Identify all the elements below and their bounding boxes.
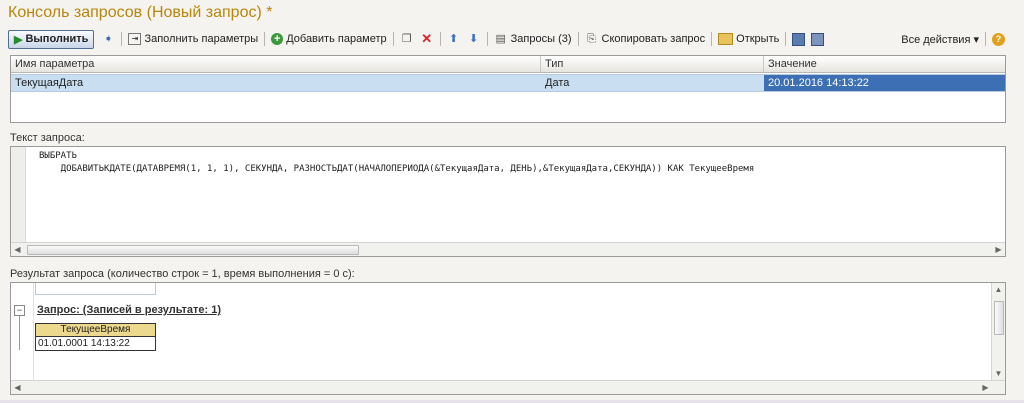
run-step-icon: ➧: [103, 33, 114, 45]
copy-query-icon: ⎘: [587, 33, 596, 45]
column-header-name[interactable]: Имя параметра: [11, 56, 541, 72]
help-button[interactable]: ?: [989, 30, 1008, 48]
query-line-1: ВЫБРАТЬ: [39, 151, 77, 161]
folder-icon: [718, 33, 734, 45]
help-icon: ?: [992, 32, 1005, 46]
add-param-button[interactable]: + Добавить параметр: [268, 30, 389, 48]
run-button-label: Выполнить: [25, 33, 89, 45]
toolbar: ▶ Выполнить ➧ ⇥ Заполнить параметры + До…: [8, 29, 1008, 49]
group-line: [19, 316, 20, 350]
arrow-down-icon: ⬇: [469, 33, 479, 45]
scroll-left-icon[interactable]: ◀: [11, 243, 24, 256]
save-as-icon: [811, 32, 825, 46]
play-icon: ▶: [14, 33, 23, 46]
fill-params-button[interactable]: ⇥ Заполнить параметры: [125, 30, 261, 48]
horizontal-scrollbar[interactable]: ◀ ▶: [11, 242, 1005, 256]
result-table: ТекущееВремя 01.01.0001 14:13:22: [35, 323, 156, 351]
column-header-value[interactable]: Значение: [764, 56, 1005, 72]
query-line-2: ДОБАВИТЬКДАТЕ(ДАТАВРЕМЯ(1, 1, 1), СЕКУНД…: [39, 164, 755, 174]
toolbar-separator: [577, 32, 579, 46]
column-header-type[interactable]: Тип: [541, 56, 764, 72]
table-row[interactable]: ТекущаяДата Дата 20.01.2016 14:13:22: [11, 74, 1005, 92]
param-type-cell[interactable]: Дата: [541, 75, 764, 91]
fill-params-icon: ⇥: [128, 33, 142, 45]
scroll-left-icon[interactable]: ◀: [11, 381, 24, 394]
queries-list-icon: ▤: [495, 33, 506, 45]
param-value-cell[interactable]: 20.01.2016 14:13:22: [764, 75, 1005, 91]
param-name-cell[interactable]: ТекущаяДата: [11, 75, 541, 91]
parameters-table: Имя параметра Тип Значение ТекущаяДата Д…: [10, 55, 1006, 123]
add-param-label: Добавить параметр: [286, 33, 387, 45]
scrollbar-thumb[interactable]: [994, 301, 1004, 335]
run-step-button[interactable]: ➧: [98, 30, 118, 48]
editor-gutter: [11, 147, 26, 242]
save-as-button[interactable]: [808, 30, 827, 48]
toolbar-separator: [392, 32, 394, 46]
toolbar-separator: [985, 32, 986, 46]
delete-button[interactable]: ✕: [417, 30, 437, 48]
move-up-button[interactable]: ⬆: [444, 30, 464, 48]
result-gutter: −: [11, 283, 34, 380]
run-button[interactable]: ▶ Выполнить: [8, 29, 95, 49]
toolbar-separator: [264, 32, 266, 46]
toolbar-separator: [486, 32, 488, 46]
query-code[interactable]: ВЫБРАТЬ ДОБАВИТЬКДАТЕ(ДАТАВРЕМЯ(1, 1, 1)…: [39, 150, 754, 176]
scrollbar-thumb[interactable]: [27, 245, 359, 255]
result-cell[interactable]: 01.01.0001 14:13:22: [36, 337, 155, 350]
toolbar-separator: [711, 32, 713, 46]
scroll-down-icon[interactable]: ▼: [992, 367, 1005, 380]
fill-params-label: Заполнить параметры: [144, 33, 259, 45]
copy-query-label: Скопировать запрос: [601, 33, 706, 45]
result-column-header: ТекущееВремя: [36, 324, 155, 337]
result-top-cell: [35, 283, 156, 295]
all-actions-menu[interactable]: Все действия ▾: [898, 30, 982, 48]
save-icon: [792, 32, 806, 46]
toolbar-separator: [785, 32, 787, 46]
scroll-up-icon[interactable]: ▲: [992, 283, 1005, 296]
delete-icon: ✕: [421, 31, 433, 46]
result-query-title: Запрос: (Записей в результате: 1): [37, 304, 222, 316]
save-button[interactable]: [789, 30, 808, 48]
query-text-editor[interactable]: ВЫБРАТЬ ДОБАВИТЬКДАТЕ(ДАТАВРЕМЯ(1, 1, 1)…: [10, 146, 1006, 257]
result-document: − Запрос: (Записей в результате: 1) Теку…: [10, 282, 1006, 395]
all-actions-label: Все действия ▾: [901, 33, 979, 46]
result-label: Результат запроса (количество строк = 1,…: [10, 268, 355, 280]
vertical-scrollbar[interactable]: ▲ ▼: [991, 283, 1005, 380]
toolbar-separator: [439, 32, 441, 46]
copy-row-button[interactable]: ❐: [397, 30, 417, 48]
open-label: Открыть: [736, 33, 780, 45]
queries-label: Запросы (3): [510, 33, 572, 45]
query-text-label: Текст запроса:: [10, 132, 85, 144]
window-title: Консоль запросов (Новый запрос) *: [8, 4, 273, 21]
move-down-button[interactable]: ⬇: [464, 30, 484, 48]
scroll-right-icon[interactable]: ▶: [979, 381, 992, 394]
queries-button[interactable]: ▤ Запросы (3): [491, 30, 575, 48]
toolbar-separator: [121, 32, 123, 46]
parameters-header: Имя параметра Тип Значение: [11, 56, 1005, 73]
scroll-right-icon[interactable]: ▶: [992, 243, 1005, 256]
copy-query-button[interactable]: ⎘ Скопировать запрос: [582, 30, 709, 48]
arrow-up-icon: ⬆: [449, 33, 459, 45]
collapse-icon[interactable]: −: [14, 305, 25, 316]
horizontal-scrollbar[interactable]: ◀ ▶: [11, 380, 1005, 394]
open-button[interactable]: Открыть: [715, 30, 782, 48]
copy-row-icon: ❐: [401, 33, 412, 45]
add-icon: +: [271, 33, 284, 45]
